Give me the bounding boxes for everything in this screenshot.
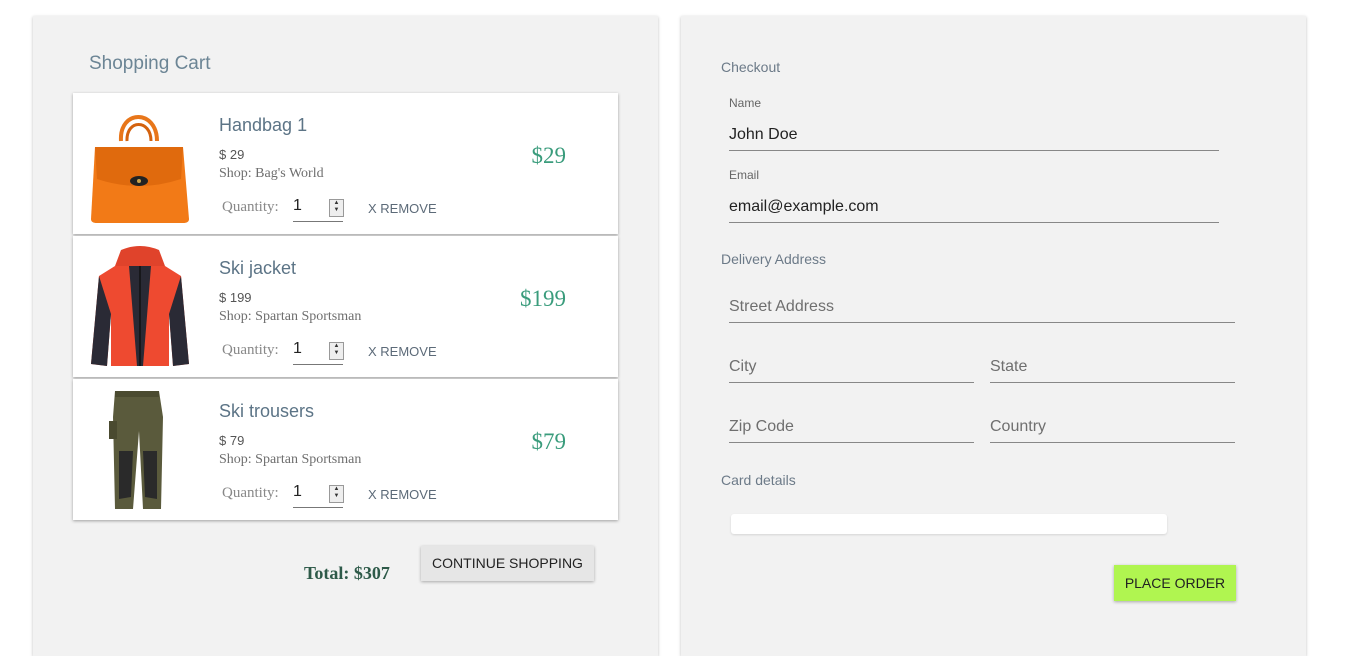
- item-shop: Shop: Spartan Sportsman: [219, 309, 362, 324]
- quantity-input[interactable]: 1 ▲ ▼: [293, 338, 344, 365]
- state-placeholder: State: [990, 358, 1028, 375]
- quantity-stepper[interactable]: ▲ ▼: [329, 342, 344, 360]
- email-field[interactable]: Email email@example.com: [729, 168, 1219, 223]
- cart-item-handbag: Handbag 1 $ 29 Shop: Bag's World Quantit…: [73, 93, 618, 234]
- item-total-price: $79: [531, 429, 567, 454]
- cart-item-ski-trousers: Ski trousers $ 79 Shop: Spartan Sportsma…: [73, 379, 618, 520]
- name-value: John Doe: [729, 126, 798, 143]
- quantity-input[interactable]: 1 ▲ ▼: [293, 481, 344, 508]
- item-shop: Shop: Spartan Sportsman: [219, 452, 362, 467]
- item-name: Ski trousers: [219, 401, 315, 421]
- quantity-label: Quantity:: [222, 342, 279, 358]
- remove-item-button[interactable]: X REMOVE: [368, 487, 437, 502]
- item-shop: Shop: Bag's World: [219, 166, 324, 181]
- item-unit-price: $ 79: [219, 433, 245, 448]
- item-total-price: $29: [531, 143, 567, 168]
- card-details-title: Card details: [721, 472, 796, 488]
- quantity-value: 1: [293, 197, 302, 214]
- quantity-stepper[interactable]: ▲ ▼: [329, 199, 344, 217]
- delivery-address-title: Delivery Address: [721, 251, 827, 267]
- handbag-image: [91, 115, 189, 223]
- ski-trousers-image: [109, 391, 163, 509]
- name-field[interactable]: Name John Doe: [729, 96, 1219, 151]
- item-unit-price: $ 199: [219, 290, 252, 305]
- city-input[interactable]: City: [729, 350, 974, 383]
- quantity-value: 1: [293, 483, 302, 500]
- checkout-title: Checkout: [721, 59, 781, 75]
- place-order-button[interactable]: PLACE ORDER: [1114, 565, 1236, 601]
- zip-code-placeholder: Zip Code: [729, 418, 794, 435]
- quantity-stepper[interactable]: ▲ ▼: [329, 485, 344, 503]
- quantity-label: Quantity:: [222, 199, 279, 215]
- item-name: Ski jacket: [219, 258, 297, 278]
- cart-total: Total: $307: [304, 563, 390, 583]
- ski-jacket-image: [91, 246, 189, 366]
- zip-code-input[interactable]: Zip Code: [729, 410, 974, 443]
- remove-item-button[interactable]: X REMOVE: [368, 344, 437, 359]
- quantity-value: 1: [293, 340, 302, 357]
- continue-shopping-button[interactable]: CONTINUE SHOPPING: [421, 546, 594, 581]
- name-label: Name: [729, 96, 762, 110]
- email-value: email@example.com: [729, 198, 879, 215]
- email-label: Email: [729, 168, 760, 182]
- item-name: Handbag 1: [219, 115, 308, 135]
- street-address-placeholder: Street Address: [729, 298, 834, 315]
- cart-title: Shopping Cart: [89, 53, 211, 74]
- shopping-cart-panel: Shopping Cart Handbag 1 $ 29 Shop: Bag's…: [33, 16, 658, 656]
- checkout-panel: Checkout Name John Doe Email email@examp…: [681, 16, 1306, 656]
- quantity-input[interactable]: 1 ▲ ▼: [293, 195, 344, 222]
- item-unit-price: $ 29: [219, 147, 245, 162]
- item-total-price: $199: [520, 286, 566, 311]
- quantity-label: Quantity:: [222, 485, 279, 501]
- country-placeholder: Country: [990, 418, 1047, 435]
- state-input[interactable]: State: [990, 350, 1235, 383]
- card-details-input[interactable]: [731, 514, 1167, 534]
- street-address-input[interactable]: Street Address: [729, 290, 1235, 323]
- country-input[interactable]: Country: [990, 410, 1235, 443]
- cart-item-ski-jacket: Ski jacket $ 199 Shop: Spartan Sportsman…: [73, 236, 618, 377]
- remove-item-button[interactable]: X REMOVE: [368, 201, 437, 216]
- city-placeholder: City: [729, 358, 757, 375]
